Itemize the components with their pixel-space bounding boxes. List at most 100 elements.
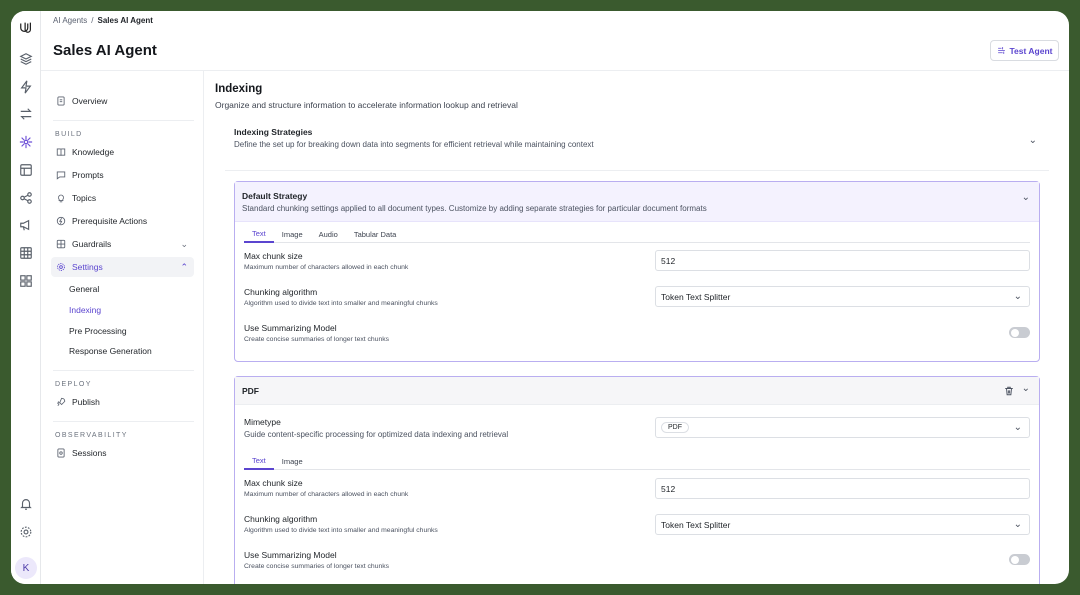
section-build: BUILD (55, 131, 83, 138)
breadcrumb: AI Agents / Sales AI Agent (53, 16, 153, 25)
mimetype-select[interactable]: PDF ⌄ (655, 417, 1030, 438)
pdf-tabs: Text Image (244, 453, 1030, 470)
table-icon[interactable] (16, 243, 36, 263)
icon-rail: K (11, 11, 41, 584)
settings-icon (57, 263, 65, 271)
section-title: Indexing (215, 83, 263, 95)
chevron-down-icon: ⌄ (1013, 422, 1022, 433)
max-chunk-sub: Maximum number of characters allowed in … (244, 491, 409, 498)
chevron-down-icon: ⌄ (180, 238, 188, 249)
breadcrumb-separator: / (91, 16, 94, 25)
logo-icon[interactable] (16, 17, 36, 37)
gear-icon[interactable] (16, 522, 36, 542)
nav-prerequisite-label: Prerequisite Actions (72, 216, 148, 226)
chunking-algorithm-select[interactable]: Token Text Splitter ⌄ (655, 514, 1030, 535)
strategies-title: Indexing Strategies (234, 127, 313, 137)
tab-image[interactable]: Image (274, 226, 311, 243)
breadcrumb-parent[interactable]: AI Agents (53, 16, 87, 25)
main-content: Indexing Organize and structure informat… (204, 71, 1069, 584)
tab-text[interactable]: Text (244, 453, 274, 470)
default-strategy-tabs: Text Image Audio Tabular Data (244, 226, 1030, 243)
default-strategy-card: Default Strategy Standard chunking setti… (234, 181, 1040, 362)
nav-knowledge-label: Knowledge (72, 147, 115, 157)
nav-prerequisite-actions[interactable]: Prerequisite Actions (51, 211, 194, 231)
nav-sub-response-generation[interactable]: Response Generation (69, 346, 152, 356)
avatar[interactable]: K (15, 557, 37, 579)
strategies-description: Define the set up for breaking down data… (234, 140, 594, 149)
bell-icon[interactable] (16, 494, 36, 514)
test-agent-button[interactable]: Test Agent (990, 40, 1059, 61)
chunking-algorithm-label: Chunking algorithm (244, 287, 318, 297)
chunking-algorithm-sub: Algorithm used to divide text into small… (244, 300, 438, 307)
app-window: K AI Agents / Sales AI Agent Sales AI Ag… (11, 11, 1069, 584)
nav-publish[interactable]: Publish (51, 392, 194, 412)
nav-guardrails-label: Guardrails (72, 239, 112, 249)
nav-overview-label: Overview (72, 96, 108, 106)
pdf-strategy-card: PDF ⌄ Mimetype Guide content-specific pr… (234, 376, 1040, 584)
mimetype-sub: Guide content-specific processing for op… (244, 430, 509, 439)
share-icon[interactable] (16, 188, 36, 208)
mimetype-label: Mimetype (244, 417, 281, 427)
nav-overview[interactable]: Overview (51, 91, 194, 111)
arrows-icon[interactable] (16, 104, 36, 124)
pdf-strategy-title: PDF (242, 386, 259, 396)
mimetype-pill[interactable]: PDF (661, 422, 689, 433)
default-strategy-title: Default Strategy (242, 191, 308, 201)
nav-sub-pre-processing[interactable]: Pre Processing (69, 326, 127, 336)
page-title: Sales AI Agent (53, 42, 157, 59)
bolt-circle-icon (56, 216, 66, 226)
chunking-algorithm-value: Token Text Splitter (661, 519, 731, 530)
nav-sub-indexing[interactable]: Indexing (69, 305, 101, 315)
megaphone-icon[interactable] (16, 215, 36, 235)
agents-icon[interactable] (16, 132, 36, 152)
test-icon (997, 47, 1005, 54)
trash-icon[interactable] (1004, 385, 1014, 399)
tab-audio[interactable]: Audio (311, 226, 346, 243)
max-chunk-label: Max chunk size (244, 251, 303, 261)
tab-tabular-data[interactable]: Tabular Data (346, 226, 405, 243)
bolt-icon[interactable] (16, 77, 36, 97)
chevron-down-icon[interactable]: ⌄ (1029, 135, 1037, 146)
summarizing-model-toggle[interactable] (1009, 554, 1030, 565)
chevron-up-icon: ⌃ (180, 261, 188, 272)
settings-nav: Overview BUILD Knowledge Prompts Topics … (41, 71, 204, 584)
grid-box-icon (56, 239, 66, 249)
summarizing-model-sub: Create concise summaries of longer text … (244, 336, 390, 343)
indexing-strategies-header[interactable]: Indexing Strategies Define the set up fo… (225, 119, 1049, 171)
chat-icon (56, 171, 66, 180)
max-chunk-input[interactable]: 512 (655, 250, 1030, 271)
section-observability: OBSERVABILITY (55, 432, 128, 439)
section-description: Organize and structure information to ac… (215, 100, 518, 110)
breadcrumb-current: Sales AI Agent (97, 16, 153, 25)
max-chunk-input[interactable]: 512 (655, 478, 1030, 499)
nav-prompts-label: Prompts (72, 170, 104, 180)
nav-guardrails[interactable]: Guardrails ⌄ (51, 234, 194, 254)
default-strategy-description: Standard chunking settings applied to al… (242, 204, 707, 213)
chevron-down-icon[interactable]: ⌄ (1022, 383, 1030, 394)
layers-icon[interactable] (16, 49, 36, 69)
layout-icon[interactable] (16, 160, 36, 180)
divider (53, 120, 194, 121)
nav-sessions-label: Sessions (72, 448, 107, 458)
sessions-icon (57, 448, 65, 458)
tab-text[interactable]: Text (244, 226, 274, 243)
summarizing-model-label: Use Summarizing Model (244, 323, 337, 333)
nav-sessions[interactable]: Sessions (51, 443, 194, 463)
default-strategy-header[interactable]: Default Strategy Standard chunking setti… (235, 182, 1039, 222)
summarizing-model-toggle[interactable] (1009, 327, 1030, 338)
nav-topics[interactable]: Topics (51, 188, 194, 208)
pdf-strategy-header[interactable]: PDF ⌄ (235, 377, 1039, 405)
document-icon (57, 96, 65, 106)
nav-prompts[interactable]: Prompts (51, 165, 194, 185)
chevron-down-icon[interactable]: ⌄ (1022, 192, 1030, 203)
chunking-algorithm-label: Chunking algorithm (244, 514, 318, 524)
chunking-algorithm-select[interactable]: Token Text Splitter ⌄ (655, 286, 1030, 307)
nav-knowledge[interactable]: Knowledge (51, 142, 194, 162)
grid-icon[interactable] (16, 271, 36, 291)
nav-sub-general[interactable]: General (69, 284, 99, 294)
nav-settings[interactable]: Settings ⌃ (51, 257, 194, 277)
tab-image[interactable]: Image (274, 453, 311, 470)
test-agent-label: Test Agent (1009, 45, 1053, 56)
summarizing-model-sub: Create concise summaries of longer text … (244, 563, 390, 570)
bulb-icon (58, 194, 64, 203)
